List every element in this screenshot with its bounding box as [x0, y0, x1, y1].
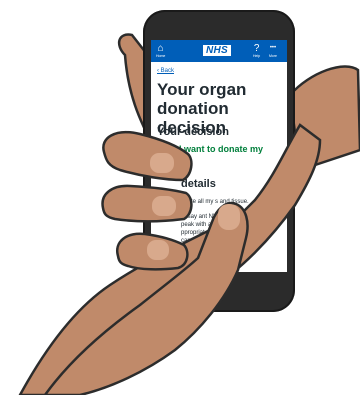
finger-2 — [101, 184, 193, 223]
thumb — [43, 201, 249, 395]
hand-front — [18, 123, 322, 395]
finger-1 — [102, 131, 193, 182]
thumbnail — [218, 204, 240, 230]
scene: ⌂ Home NHS ? Help ••• More ‹ Back Your o… — [0, 0, 360, 395]
fingernail-3 — [147, 240, 169, 260]
fingernail-1 — [150, 153, 174, 173]
fingernail-2 — [152, 196, 176, 216]
